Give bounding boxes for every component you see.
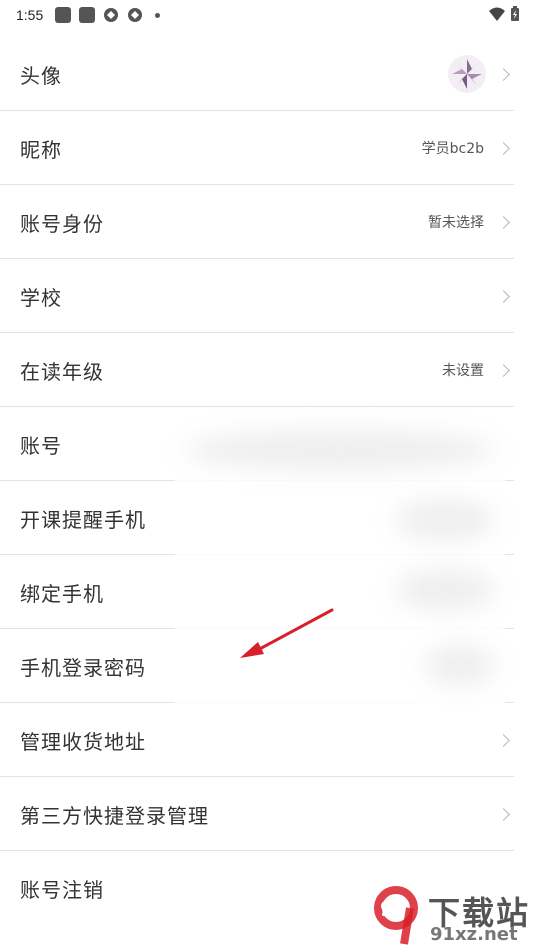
settings-row-identity[interactable]: 账号身份 暂未选择 (0, 185, 534, 259)
settings-row-grade[interactable]: 在读年级 未设置 (0, 333, 534, 407)
row-value: 学员bc2b (421, 141, 484, 157)
chevron-right-icon (497, 807, 510, 821)
row-label: 手机登录密码 (20, 655, 146, 680)
blur-blob (425, 645, 495, 685)
blur-blob (395, 500, 495, 540)
avatar-image (452, 59, 482, 89)
row-label: 账号 (20, 433, 62, 458)
status-time: 1:55 (16, 7, 44, 23)
status-right (488, 6, 520, 22)
watermark-url: 91xz.net (430, 924, 518, 945)
watermark-logo-icon: 9 (374, 886, 418, 945)
row-label: 昵称 (20, 137, 62, 162)
settings-row-third-party-login[interactable]: 第三方快捷登录管理 (0, 777, 534, 851)
status-bar: 1:55 (0, 0, 534, 30)
blur-blob (395, 570, 495, 610)
row-value: 暂未选择 (428, 215, 484, 231)
wifi-icon (489, 7, 505, 21)
settings-row-avatar[interactable]: 头像 (0, 37, 534, 111)
row-value: 未设置 (442, 363, 484, 379)
chevron-right-icon (497, 141, 510, 155)
settings-row-nickname[interactable]: 昵称 学员bc2b (0, 111, 534, 185)
row-label: 管理收货地址 (20, 729, 146, 754)
row-label: 学校 (20, 285, 62, 310)
chevron-right-icon (497, 215, 510, 229)
watermark: 9 下载站 91xz.net (370, 886, 530, 948)
battery-icon (511, 6, 519, 21)
row-label: 开课提醒手机 (20, 507, 146, 532)
avatar[interactable] (448, 55, 486, 93)
dot-icon (155, 12, 161, 18)
sync-icon (128, 8, 143, 22)
row-label: 绑定手机 (20, 581, 104, 606)
row-label: 第三方快捷登录管理 (20, 803, 209, 828)
redacted-area (175, 430, 505, 705)
blur-blob (185, 430, 495, 470)
row-label: 账号身份 (20, 211, 104, 236)
settings-row-school[interactable]: 学校 (0, 259, 534, 333)
chevron-right-icon (497, 289, 510, 303)
square-app-icon (55, 7, 72, 23)
chevron-right-icon (497, 67, 510, 81)
row-label: 账号注销 (20, 877, 104, 902)
annotation-arrow (240, 608, 334, 658)
row-label: 头像 (20, 63, 62, 88)
chevron-right-icon (497, 363, 510, 377)
square-app-icon (79, 7, 96, 23)
sync-icon (104, 8, 119, 22)
chevron-right-icon (497, 733, 510, 747)
svg-text:9: 9 (380, 897, 394, 921)
settings-row-address[interactable]: 管理收货地址 (0, 703, 534, 777)
row-label: 在读年级 (20, 359, 104, 384)
